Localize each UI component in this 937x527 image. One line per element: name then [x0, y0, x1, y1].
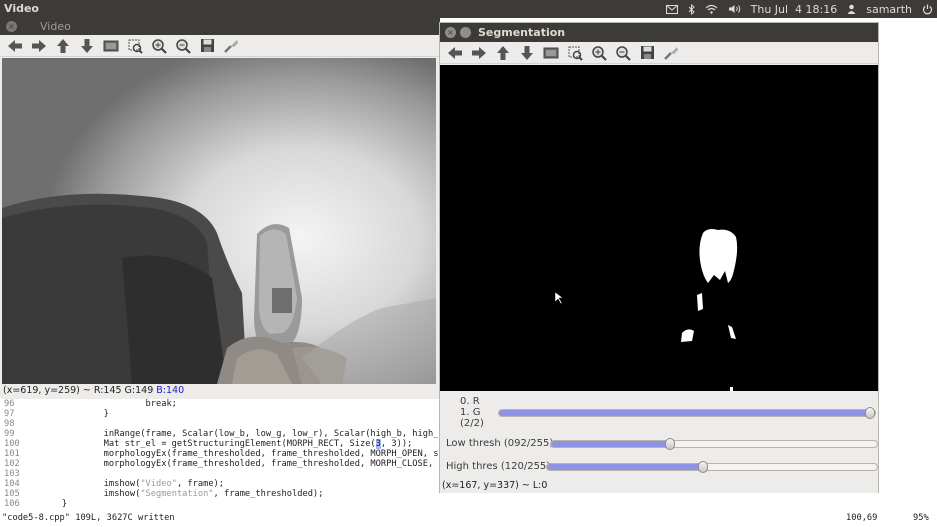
line-code: Mat str_el = getStructuringElement(MORPH…	[20, 439, 412, 449]
video-titlebar[interactable]: × Video	[0, 18, 440, 35]
line-code: morphologyEx(frame_thresholded, frame_th…	[20, 459, 438, 469]
segmentation-toolbar	[440, 42, 878, 64]
video-window: × Video (x=619, y=259) ~ R:145 G:149 B:1…	[0, 18, 440, 399]
arrow-right-icon[interactable]	[30, 37, 48, 55]
minimize-icon[interactable]	[460, 27, 471, 38]
video-status-bar: (x=619, y=259) ~ R:145 G:149 B:140	[0, 384, 440, 398]
fit-window-icon[interactable]	[542, 44, 560, 62]
high-thresh-label: High thres (120/255)	[446, 461, 551, 472]
volume-icon[interactable]	[728, 4, 741, 14]
system-tray: Thu Jul 4 18:16 samarth	[665, 0, 933, 18]
save-icon[interactable]	[638, 44, 656, 62]
arrow-left-icon[interactable]	[446, 44, 464, 62]
zoom-region-icon[interactable]	[566, 44, 584, 62]
high-thresh-slider-knob[interactable]	[698, 461, 708, 473]
segmentation-titlebar[interactable]: × Segmentation	[440, 23, 878, 42]
high-thresh-slider[interactable]	[546, 461, 878, 473]
channel-slider-fill	[499, 410, 870, 416]
zoom-in-icon[interactable]	[150, 37, 168, 55]
high-thresh-slider-fill	[547, 464, 703, 470]
zoom-out-icon[interactable]	[614, 44, 632, 62]
editor-status-line: "code5-8.cpp" 109L, 3627C written 100,69…	[0, 510, 937, 527]
code-editor[interactable]: 96 break; 97 } 98 99 inRange(frame, Scal…	[0, 399, 438, 509]
close-icon[interactable]: ×	[6, 21, 17, 32]
line-number: 103	[4, 469, 20, 479]
scroll-percent: 95%	[913, 513, 929, 523]
line-code: break;	[20, 399, 177, 409]
line-code: }	[20, 409, 109, 419]
bluetooth-icon[interactable]	[688, 3, 695, 15]
video-status-rgb: ~ R:145 G:149	[79, 385, 157, 396]
code-text: imshow(	[20, 479, 141, 489]
arrow-up-icon[interactable]	[54, 37, 72, 55]
properties-icon[interactable]	[222, 37, 240, 55]
line-code: }	[20, 499, 68, 509]
properties-icon[interactable]	[662, 44, 680, 62]
fit-window-icon[interactable]	[102, 37, 120, 55]
wifi-icon[interactable]	[705, 4, 718, 14]
video-frame[interactable]	[2, 58, 436, 384]
zoom-region-icon[interactable]	[126, 37, 144, 55]
user-icon	[847, 4, 856, 14]
cursor-position: 100,69	[846, 513, 878, 523]
line-number: 98	[4, 419, 15, 429]
video-window-title: Video	[40, 20, 71, 33]
power-icon[interactable]	[922, 4, 933, 15]
mouse-cursor-icon	[554, 291, 564, 305]
camera-scene	[2, 193, 436, 384]
low-thresh-label: Low thresh (092/255)	[446, 438, 554, 449]
line-code: inRange(frame, Scalar(low_b, low_g, low_…	[20, 429, 438, 439]
close-icon[interactable]: ×	[445, 27, 456, 38]
line-code: imshow("Video", frame);	[20, 479, 224, 489]
zoom-out-icon[interactable]	[174, 37, 192, 55]
code-text: , frame);	[176, 479, 225, 489]
channel-count-label: (2/2)	[460, 418, 484, 429]
file-status: "code5-8.cpp" 109L, 3627C written	[2, 513, 175, 523]
segmentation-window-title: Segmentation	[478, 26, 566, 39]
arrow-down-icon[interactable]	[78, 37, 96, 55]
segmentation-frame[interactable]	[440, 65, 878, 391]
video-toolbar	[0, 35, 440, 57]
video-status-blue: B:140	[156, 385, 185, 396]
code-text: , 3));	[380, 439, 413, 449]
clock[interactable]: Thu Jul 4 18:16	[751, 3, 838, 16]
segmentation-window: × Segmentation 0. R 1. G (2/2) Low thres…	[439, 22, 879, 493]
code-text: , frame_thresholded);	[213, 489, 324, 499]
arrow-up-icon[interactable]	[494, 44, 512, 62]
channel-slider-knob[interactable]	[865, 407, 875, 419]
user-name[interactable]: samarth	[866, 3, 912, 16]
arrow-down-icon[interactable]	[518, 44, 536, 62]
line-code: morphologyEx(frame_thresholded, frame_th…	[20, 449, 438, 459]
channel-slider[interactable]	[498, 407, 876, 419]
arrow-right-icon[interactable]	[470, 44, 488, 62]
line-code: imshow("Segmentation", frame_thresholded…	[20, 489, 324, 499]
active-app-title: Video	[4, 2, 39, 15]
code-text: Mat str_el = getStructuringElement(MORPH…	[20, 439, 376, 449]
video-status-coords: (x=619, y=259)	[3, 385, 80, 396]
zoom-in-icon[interactable]	[590, 44, 608, 62]
code-text: imshow(	[20, 489, 141, 499]
string-literal: "Video"	[140, 479, 177, 489]
low-thresh-slider[interactable]	[550, 438, 878, 450]
threshold-mask	[554, 229, 738, 391]
low-thresh-slider-fill	[551, 441, 670, 447]
top-panel: Video Thu Jul 4 18:16 samarth	[0, 0, 937, 18]
mail-icon[interactable]	[665, 4, 678, 14]
segmentation-status-bar: (x=167, y=337) ~ L:0	[440, 479, 878, 493]
string-literal: "Segmentation"	[140, 489, 214, 499]
low-thresh-slider-knob[interactable]	[665, 438, 675, 450]
arrow-left-icon[interactable]	[6, 37, 24, 55]
save-icon[interactable]	[198, 37, 216, 55]
trackbar-panel: 0. R 1. G (2/2) Low thresh (092/255) Hig…	[440, 391, 878, 479]
